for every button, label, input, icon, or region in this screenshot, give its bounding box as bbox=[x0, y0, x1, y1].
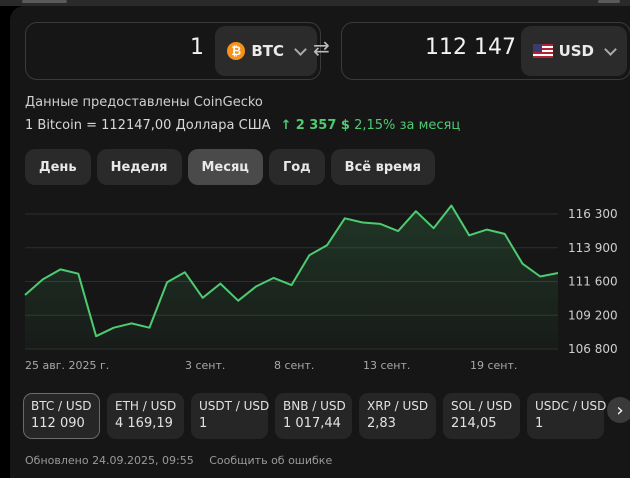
pair-name: XRP / USD bbox=[367, 399, 429, 413]
pairs-row: BTC / USD 112 090 ETH / USD 4 169,19 USDT … bbox=[23, 393, 607, 439]
converter-panel: 1 ₿ BTC ⇄ 112 147 USD Данные предоставле… bbox=[10, 6, 630, 478]
y-tick-label: 106 800 bbox=[568, 342, 618, 356]
x-tick-label: 19 сент. bbox=[470, 359, 517, 372]
pair-name: BNB / USD bbox=[283, 399, 346, 413]
pair-xrp-usd[interactable]: XRP / USD 2,83 bbox=[359, 393, 436, 439]
pair-value: 214,05 bbox=[451, 416, 497, 431]
pair-usdt-usd[interactable]: USDT / USD 1 bbox=[191, 393, 270, 439]
x-tick-label: 3 сент. bbox=[185, 359, 225, 372]
price-area bbox=[25, 205, 558, 349]
y-tick-label: 111 600 bbox=[568, 275, 618, 289]
y-tick-label: 113 900 bbox=[568, 241, 618, 255]
pair-value: 1 017,44 bbox=[283, 416, 341, 431]
pair-usdc-usd[interactable]: USDC / USD 1 bbox=[527, 393, 607, 439]
pair-value: 112 090 bbox=[31, 416, 85, 431]
pair-bnb-usd[interactable]: BNB / USD 1 017,44 bbox=[275, 393, 352, 439]
footer: Обновлено 24.09.2025, 09:55 Сообщить об … bbox=[25, 454, 332, 467]
pair-eth-usd[interactable]: ETH / USD 4 169,19 bbox=[107, 393, 184, 439]
pair-name: USDT / USD bbox=[199, 399, 270, 413]
price-chart[interactable]: 116 300 113 900 111 600 109 200 106 800 25 ав… bbox=[10, 6, 630, 386]
pair-btc-usd[interactable]: BTC / USD 112 090 bbox=[23, 393, 100, 439]
report-error-link[interactable]: Сообщить об ошибке bbox=[209, 454, 332, 467]
pair-name: SOL / USD bbox=[451, 399, 513, 413]
x-tick-label: 8 сент. bbox=[274, 359, 314, 372]
x-tick-label: 25 авг. 2025 г. bbox=[25, 359, 109, 372]
x-tick-label: 13 сент. bbox=[363, 359, 410, 372]
pair-name: ETH / USD bbox=[115, 399, 177, 413]
pair-name: USDC / USD bbox=[535, 399, 607, 413]
y-tick-label: 116 300 bbox=[568, 207, 618, 221]
y-tick-label: 109 200 bbox=[568, 308, 618, 322]
chevron-right-icon[interactable]: › bbox=[607, 397, 630, 423]
pair-sol-usd[interactable]: SOL / USD 214,05 bbox=[443, 393, 520, 439]
pair-value: 1 bbox=[199, 416, 208, 431]
pair-value: 1 bbox=[535, 416, 544, 431]
pair-name: BTC / USD bbox=[31, 399, 92, 413]
pair-value: 2,83 bbox=[367, 416, 396, 431]
updated-text: Обновлено 24.09.2025, 09:55 bbox=[25, 454, 194, 467]
pair-value: 4 169,19 bbox=[115, 416, 173, 431]
